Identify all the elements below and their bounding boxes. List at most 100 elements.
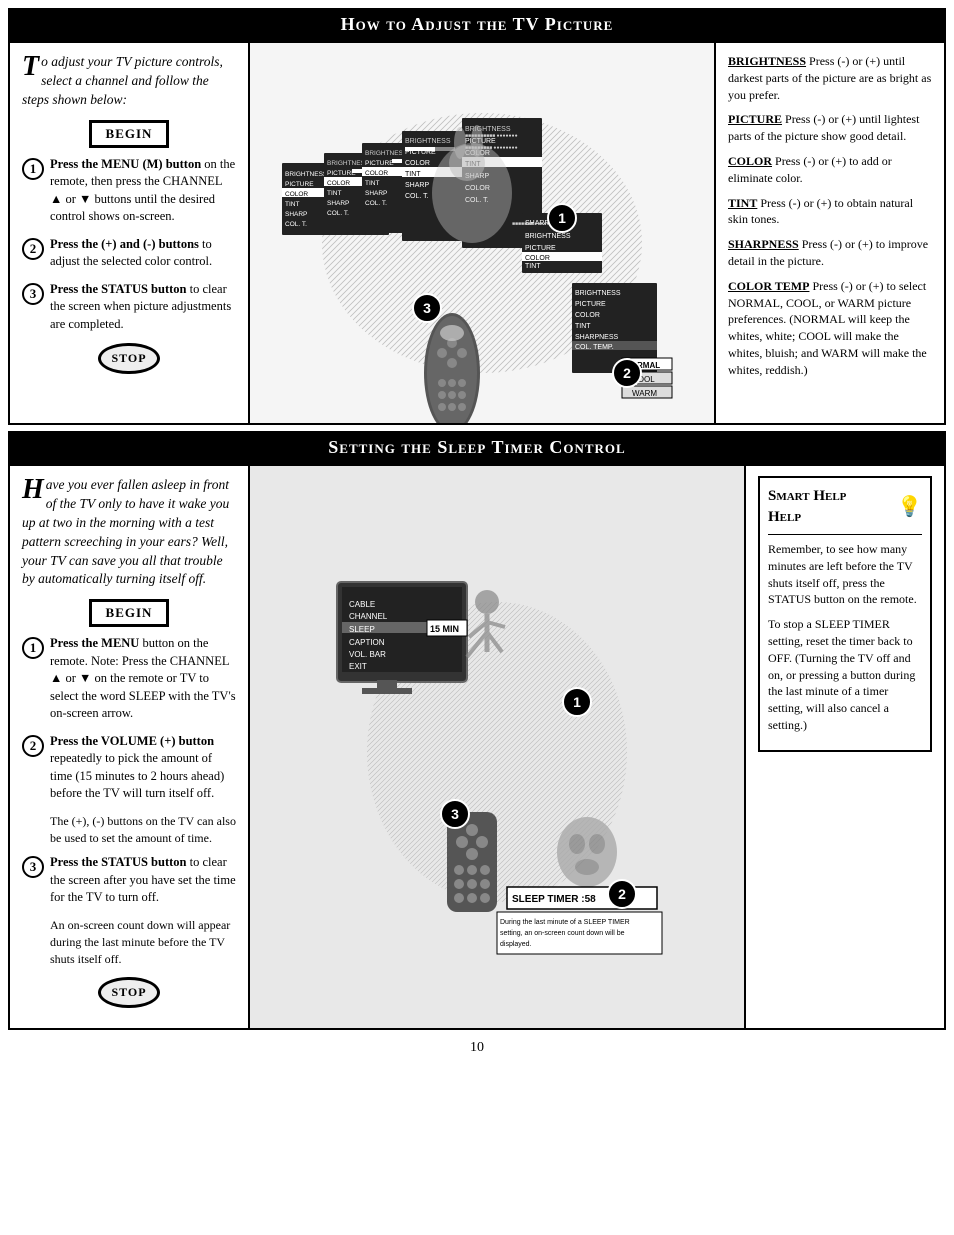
section1-intro-text: o adjust your TV picture controls, selec… [22,54,223,107]
note-color: COLOR Press (-) or (+) to add or elimina… [728,153,932,187]
section2-intro: Have you ever fallen asleep in front of … [22,476,236,589]
section1-svg: BRIGHTNESS PICTURE COLOR TINT SHARP COL.… [252,43,712,423]
svg-text:PICTURE: PICTURE [575,301,606,308]
step2-1: 1 Press the MENU button on the remote. N… [22,635,236,723]
smart-help-divider [768,534,922,535]
step1-1-circle: 1 [22,158,44,180]
svg-text:2: 2 [623,365,631,381]
page-number: 10 [8,1036,946,1060]
stop-btn-2: STOP [98,977,159,1008]
svg-text:PICTURE: PICTURE [525,245,556,252]
step2-1-circle: 1 [22,637,44,659]
note-picture-label: PICTURE [728,112,782,126]
note-brightness: BRIGHTNESS Press (-) or (+) until darkes… [728,53,932,103]
section2-svg: CABLE CHANNEL SLEEP CAPTION VOL. BAR EXI… [307,532,687,962]
svg-text:COLOR: COLOR [405,160,430,167]
svg-text:PICTURE: PICTURE [365,160,394,167]
step2-3-circle: 3 [22,856,44,878]
note-sharpness: SHARPNESS Press (-) or (+) to improve de… [728,236,932,270]
note-colortemp-label: COLOR TEMP [728,279,809,293]
step1-2-text: Press the (+) and (-) buttons to adjust … [50,236,236,271]
section2-smart-help: Smart Help Help 💡 Remember, to see how m… [744,466,944,1028]
extra-text-1: The (+), (-) buttons on the TV can also … [50,813,236,847]
svg-text:PICTURE: PICTURE [327,170,356,177]
svg-text:SHARP: SHARP [327,200,349,207]
lightbulb-icon: 💡 [897,493,922,521]
svg-text:VOL. BAR: VOL. BAR [349,650,386,659]
svg-text:COL. T.: COL. T. [405,193,429,200]
svg-text:COL. T.: COL. T. [327,210,349,217]
svg-text:SHARPNESS: SHARPNESS [575,334,619,341]
svg-text:PICTURE: PICTURE [285,181,314,188]
smart-help-label-help: Help [768,507,846,528]
svg-text:15 MIN: 15 MIN [430,624,459,634]
svg-text:COLOR: COLOR [327,180,350,187]
step2-2: 2 Press the VOLUME (+) button repeatedly… [22,733,236,803]
step1-1-text: Press the MENU (M) button on the remote,… [50,156,236,226]
svg-text:BRIGHTNESS: BRIGHTNESS [465,126,511,133]
section1-intro: To adjust your TV picture controls, sele… [22,53,236,110]
svg-text:SLEEP: SLEEP [349,625,375,634]
step1-3-circle: 3 [22,283,44,305]
smart-help-label-smart: Smart Help [768,486,846,507]
dropcap1: T [22,53,39,81]
section2-instructions: Have you ever fallen asleep in front of … [10,466,250,1028]
svg-text:2: 2 [618,886,626,902]
dropcap2: H [22,476,44,504]
svg-text:BRIGHTNESS: BRIGHTNESS [365,150,408,157]
svg-text:During the last minute of a SL: During the last minute of a SLEEP TIMER [500,919,630,926]
svg-text:COLOR: COLOR [575,312,600,319]
svg-text:WARM: WARM [632,389,657,398]
svg-text:SHARP: SHARP [365,190,387,197]
step1-1: 1 Press the MENU (M) button on the remot… [22,156,236,226]
step1-3-text: Press the STATUS button to clear the scr… [50,281,236,334]
note-color-label: COLOR [728,154,772,168]
step1-2-circle: 2 [22,238,44,260]
svg-text:COLOR: COLOR [525,255,550,262]
section1-image: BRIGHTNESS PICTURE COLOR TINT SHARP COL.… [250,43,714,423]
step2-3: 3 Press the STATUS button to clear the s… [22,854,236,907]
smart-help-title: Smart Help Help 💡 [768,486,922,528]
stop-btn-1: STOP [98,343,159,374]
svg-text:3: 3 [423,300,431,316]
svg-text:3: 3 [451,806,459,822]
svg-text:TINT: TINT [525,263,541,270]
extra-text-2: An on-screen count down will appear duri… [50,917,236,967]
section1-notes: BRIGHTNESS Press (-) or (+) until darkes… [714,43,944,423]
svg-text:COL. T.: COL. T. [285,221,307,228]
svg-text:TINT: TINT [285,201,299,208]
svg-text:TINT: TINT [327,190,341,197]
note-tint: TINT Press (-) or (+) to obtain natural … [728,195,932,229]
svg-text:SHARP: SHARP [405,182,429,189]
section2-body: Have you ever fallen asleep in front of … [8,464,946,1030]
svg-text:BRIGHTNESS: BRIGHTNESS [525,233,571,240]
section2-intro-text: ave you ever fallen asleep in front of t… [22,477,229,586]
svg-text:setting, an on-screen count do: setting, an on-screen count down will be [500,930,625,937]
section2-header: Setting the Sleep Timer Control [8,431,946,464]
svg-text:CAPTION: CAPTION [349,638,385,647]
step1-3: 3 Press the STATUS button to clear the s… [22,281,236,334]
svg-text:TINT: TINT [575,323,591,330]
svg-text:TINT: TINT [365,180,379,187]
note-colortemp: COLOR TEMP Press (-) or (+) to select NO… [728,278,932,379]
note-sharpness-label: SHARPNESS [728,237,799,251]
begin-btn-1: BEGIN [89,120,170,148]
svg-text:displayed.: displayed. [500,941,532,948]
svg-text:SLEEP TIMER :58: SLEEP TIMER :58 [512,894,596,905]
section1-body: To adjust your TV picture controls, sele… [8,41,946,425]
step2-2-circle: 2 [22,735,44,757]
page-wrapper: How to Adjust the TV Picture To adjust y… [0,0,954,1068]
note-brightness-label: BRIGHTNESS [728,54,806,68]
svg-text:1: 1 [558,210,566,226]
smart-help-box: Smart Help Help 💡 Remember, to see how m… [758,476,932,752]
step2-2-text: Press the VOLUME (+) button repeatedly t… [50,733,236,803]
svg-text:CHANNEL: CHANNEL [349,612,388,621]
svg-text:BRIGHTNESS: BRIGHTNESS [575,290,621,297]
svg-text:COLOR: COLOR [365,170,388,177]
smart-help-text1: Remember, to see how many minutes are le… [768,541,922,608]
section1-header: How to Adjust the TV Picture [8,8,946,41]
step2-1-text: Press the MENU button on the remote. Not… [50,635,236,723]
step2-3-text: Press the STATUS button to clear the scr… [50,854,236,907]
smart-help-text2: To stop a SLEEP TIMER setting, reset the… [768,616,922,734]
begin-btn-2: BEGIN [89,599,170,627]
